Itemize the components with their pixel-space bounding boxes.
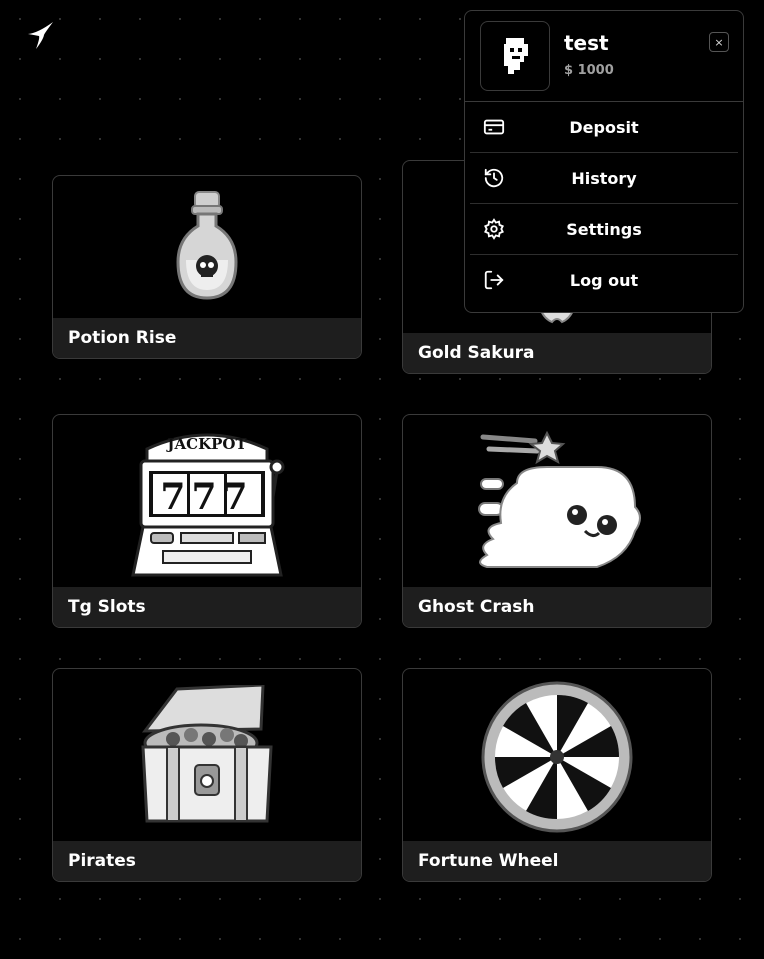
menu-item-settings[interactable]: Settings: [470, 204, 738, 255]
game-title-bar: Tg Slots: [53, 587, 361, 627]
menu-item-deposit[interactable]: Deposit: [470, 102, 738, 153]
avatar: [480, 21, 550, 91]
game-title-bar: Ghost Crash: [403, 587, 711, 627]
game-title: Potion Rise: [68, 328, 177, 348]
ghost-icon: [478, 430, 641, 568]
game-title: Pirates: [68, 851, 136, 871]
menu-item-label: Deposit: [569, 117, 639, 137]
reels-text: 777: [160, 476, 253, 518]
game-title: Tg Slots: [68, 597, 146, 617]
game-art: JACKPOT 777: [53, 415, 361, 587]
close-icon: ×: [714, 35, 724, 49]
close-button[interactable]: ×: [709, 32, 729, 52]
game-title-bar: Potion Rise: [53, 318, 361, 358]
game-card-potion-rise[interactable]: Potion Rise: [52, 175, 362, 359]
profile-dropdown: test $ 1000 × Deposit History Settings L…: [464, 10, 744, 313]
menu-item-history[interactable]: History: [470, 153, 738, 204]
game-title: Fortune Wheel: [418, 851, 559, 871]
game-card-pirates[interactable]: Pirates: [52, 668, 362, 882]
slot-machine-icon: JACKPOT 777: [131, 433, 285, 577]
game-title: Ghost Crash: [418, 597, 535, 617]
profile-menu: Deposit History Settings Log out: [465, 102, 743, 305]
game-card-tg-slots[interactable]: JACKPOT 777 Tg Slots: [52, 414, 362, 628]
game-title: Gold Sakura: [418, 343, 535, 363]
game-art: [53, 669, 361, 841]
fortune-wheel-icon: [481, 681, 633, 833]
menu-item-label: Settings: [566, 219, 642, 239]
game-art: [53, 176, 361, 318]
game-title-bar: Gold Sakura: [403, 333, 711, 373]
profile-header: test $ 1000 ×: [465, 11, 743, 102]
game-card-fortune-wheel[interactable]: Fortune Wheel: [402, 668, 712, 882]
pixel-face-icon: [504, 38, 528, 74]
game-art: [403, 669, 711, 841]
game-title-bar: Pirates: [53, 841, 361, 881]
sparkle-logo-icon[interactable]: [24, 18, 56, 52]
game-title-bar: Fortune Wheel: [403, 841, 711, 881]
treasure-chest-icon: [141, 685, 273, 823]
potion-bottle-icon: [176, 191, 238, 300]
balance: $ 1000: [564, 63, 614, 78]
menu-item-label: Log out: [569, 270, 639, 290]
game-art: [403, 415, 711, 587]
menu-item-label: History: [571, 168, 637, 188]
game-card-ghost-crash[interactable]: Ghost Crash: [402, 414, 712, 628]
jackpot-text: JACKPOT: [165, 435, 247, 453]
menu-item-logout[interactable]: Log out: [470, 255, 738, 305]
username: test: [564, 31, 609, 55]
